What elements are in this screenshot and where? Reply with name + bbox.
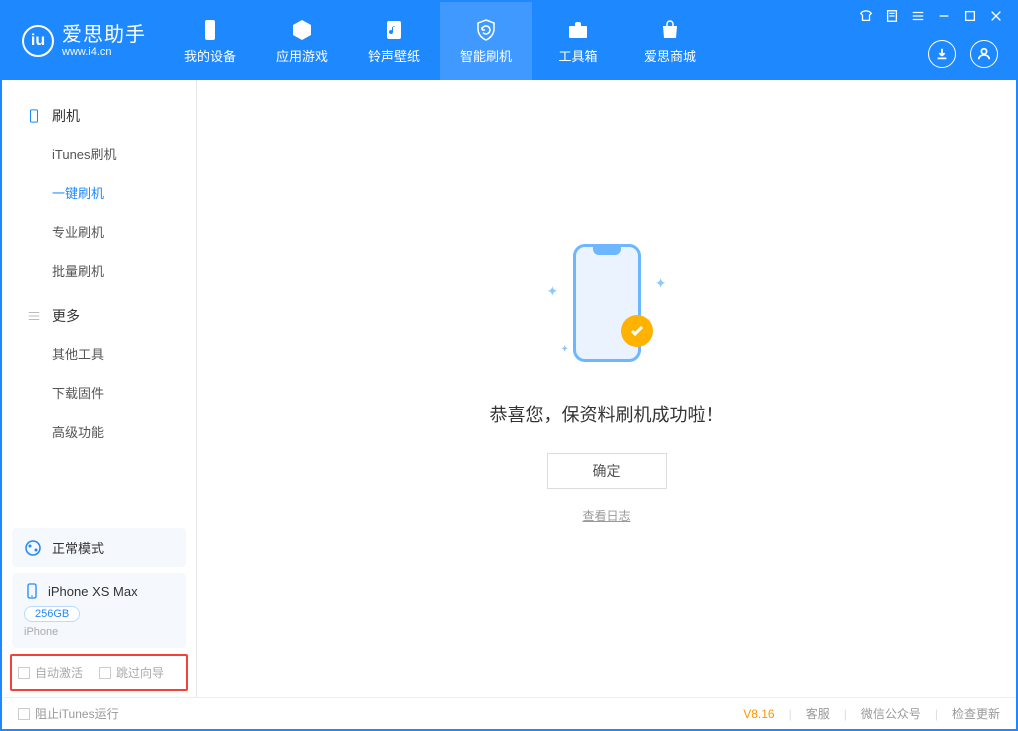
download-icon[interactable]: [928, 40, 956, 68]
sidebar-item-oneclick-flash[interactable]: 一键刷机: [2, 173, 196, 212]
app-header: iu 爱思助手 www.i4.cn 我的设备 应用游戏 铃声壁纸 智能刷机 工具…: [2, 2, 1016, 80]
sidebar-item-other-tools[interactable]: 其他工具: [2, 334, 196, 373]
footer: 阻止iTunes运行 V8.16 | 客服 | 微信公众号 | 检查更新: [2, 697, 1016, 729]
shirt-icon[interactable]: [858, 8, 874, 24]
user-icon[interactable]: [970, 40, 998, 68]
device-name: iPhone XS Max: [48, 584, 138, 599]
highlighted-checkbox-row: 自动激活 跳过向导: [10, 654, 188, 691]
mode-label: 正常模式: [52, 538, 104, 557]
app-title: 爱思助手: [62, 24, 146, 46]
check-badge-icon: [621, 315, 653, 347]
logo-area: iu 爱思助手 www.i4.cn: [2, 2, 164, 80]
sidebar-item-download-firmware[interactable]: 下载固件: [2, 373, 196, 412]
checkbox-box-icon: [18, 708, 30, 720]
app-subtitle: www.i4.cn: [62, 46, 146, 58]
view-log-link[interactable]: 查看日志: [582, 507, 630, 524]
checkbox-auto-activate[interactable]: 自动激活: [18, 664, 83, 681]
success-message: 恭喜您，保资料刷机成功啦！: [490, 401, 724, 427]
footer-right: V8.16 | 客服 | 微信公众号 | 检查更新: [743, 705, 1000, 722]
sidebar-header-more: 更多: [2, 298, 196, 334]
version-label: V8.16: [743, 707, 774, 721]
main-content: ✦ ✦ ✦ 恭喜您，保资料刷机成功啦！ 确定 查看日志: [197, 80, 1016, 697]
sidebar-item-pro-flash[interactable]: 专业刷机: [2, 212, 196, 251]
body: 刷机 iTunes刷机 一键刷机 专业刷机 批量刷机 更多 其他工具 下载固件 …: [2, 80, 1016, 697]
phone-icon: [198, 18, 222, 42]
tab-toolbox[interactable]: 工具箱: [532, 2, 624, 80]
list-icon: [26, 308, 42, 324]
footer-link-update[interactable]: 检查更新: [952, 705, 1000, 722]
menu-icon[interactable]: [910, 8, 926, 24]
tab-label: 智能刷机: [460, 46, 512, 65]
separator: |: [935, 707, 938, 721]
sidebar-bottom: 正常模式 iPhone XS Max 256GB iPhone 自动激活 跳过向…: [2, 522, 196, 697]
sidebar: 刷机 iTunes刷机 一键刷机 专业刷机 批量刷机 更多 其他工具 下载固件 …: [2, 80, 197, 697]
tab-label: 工具箱: [558, 46, 597, 65]
checkbox-box-icon: [18, 667, 30, 679]
section-title: 更多: [52, 306, 80, 326]
sidebar-item-advanced[interactable]: 高级功能: [2, 412, 196, 451]
sidebar-item-itunes-flash[interactable]: iTunes刷机: [2, 134, 196, 173]
sidebar-header-flash: 刷机: [2, 98, 196, 134]
mode-box[interactable]: 正常模式: [12, 528, 186, 567]
logo-text: 爱思助手 www.i4.cn: [62, 24, 146, 58]
checkbox-label: 跳过向导: [116, 664, 164, 681]
footer-link-support[interactable]: 客服: [806, 705, 830, 722]
tab-my-device[interactable]: 我的设备: [164, 2, 256, 80]
tab-ringtone-wallpaper[interactable]: 铃声壁纸: [348, 2, 440, 80]
window-controls: [858, 8, 1004, 24]
header-action-icons: [928, 40, 998, 68]
checkbox-label: 阻止iTunes运行: [35, 705, 119, 722]
minimize-button[interactable]: [936, 8, 952, 24]
separator: |: [789, 707, 792, 721]
checkbox-label: 自动激活: [35, 664, 83, 681]
tab-label: 我的设备: [184, 46, 236, 65]
footer-link-wechat[interactable]: 微信公众号: [861, 705, 921, 722]
phone-notch: [593, 247, 621, 255]
mode-icon: [24, 539, 42, 557]
sidebar-section-flash: 刷机 iTunes刷机 一键刷机 专业刷机 批量刷机: [2, 98, 196, 290]
maximize-button[interactable]: [962, 8, 978, 24]
checkbox-box-icon: [99, 667, 111, 679]
cube-icon: [290, 18, 314, 42]
shopping-bag-icon: [658, 18, 682, 42]
tab-label: 爱思商城: [644, 46, 696, 65]
tab-label: 应用游戏: [276, 46, 328, 65]
checkbox-skip-guide[interactable]: 跳过向导: [99, 664, 164, 681]
checkbox-block-itunes[interactable]: 阻止iTunes运行: [18, 705, 119, 722]
device-box[interactable]: iPhone XS Max 256GB iPhone: [12, 573, 186, 648]
sidebar-item-batch-flash[interactable]: 批量刷机: [2, 251, 196, 290]
tab-label: 铃声壁纸: [368, 46, 420, 65]
briefcase-icon: [566, 18, 590, 42]
sparkle-icon: ✦: [655, 275, 667, 292]
app-logo-icon: iu: [22, 25, 54, 57]
nav-tabs: 我的设备 应用游戏 铃声壁纸 智能刷机 工具箱 爱思商城: [164, 2, 716, 80]
close-button[interactable]: [988, 8, 1004, 24]
device-type: iPhone: [24, 626, 174, 638]
tab-apps-games[interactable]: 应用游戏: [256, 2, 348, 80]
music-note-icon: [382, 18, 406, 42]
device-title: iPhone XS Max: [24, 583, 174, 599]
section-title: 刷机: [52, 106, 80, 126]
sidebar-section-more: 更多 其他工具 下载固件 高级功能: [2, 298, 196, 451]
note-icon[interactable]: [884, 8, 900, 24]
sparkle-icon: ✦: [547, 283, 559, 300]
sparkle-icon: ✦: [561, 344, 569, 355]
device-icon: [26, 108, 42, 124]
device-phone-icon: [24, 583, 40, 599]
success-illustration: ✦ ✦ ✦: [537, 233, 677, 373]
shield-refresh-icon: [474, 18, 498, 42]
ok-button[interactable]: 确定: [547, 453, 667, 489]
separator: |: [844, 707, 847, 721]
storage-pill: 256GB: [24, 606, 80, 622]
tab-store[interactable]: 爱思商城: [624, 2, 716, 80]
tab-smart-flash[interactable]: 智能刷机: [440, 2, 532, 80]
